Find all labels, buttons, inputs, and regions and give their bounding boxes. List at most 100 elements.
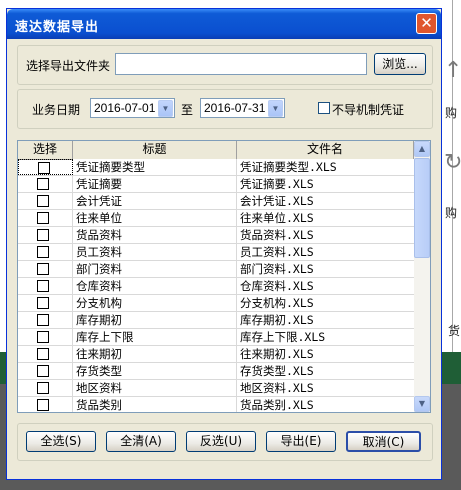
date-from-select[interactable]: 2016-07-01 ▼	[90, 98, 175, 118]
row-checkbox[interactable]	[37, 331, 49, 343]
header-filename[interactable]: 文件名	[237, 141, 414, 159]
row-title: 库存期初	[73, 312, 237, 328]
invert-button[interactable]: 反选(U)	[186, 431, 256, 452]
row-title: 存货类型	[73, 363, 237, 379]
row-title: 往来期初	[73, 346, 237, 362]
row-checkbox[interactable]	[37, 382, 49, 394]
row-title: 凭证摘要类型	[73, 159, 237, 175]
table-row[interactable]: 部门资料 部门资料.XLS	[18, 261, 414, 278]
scroll-down-icon[interactable]: ▼	[414, 396, 430, 412]
row-title: 往来单位	[73, 210, 237, 226]
export-dialog: 速达数据导出 ✕ 选择导出文件夹 浏览... 业务日期 2016-07-01 ▼…	[6, 8, 442, 480]
row-select-cell[interactable]	[18, 295, 73, 311]
header-title[interactable]: 标题	[73, 141, 237, 159]
row-select-cell[interactable]	[18, 278, 73, 294]
clear-all-button[interactable]: 全清(A)	[106, 431, 176, 452]
row-checkbox[interactable]	[37, 314, 49, 326]
table-row[interactable]: 地区资料 地区资料.XLS	[18, 380, 414, 397]
row-checkbox[interactable]	[38, 162, 50, 174]
date-to-select[interactable]: 2016-07-31 ▼	[200, 98, 285, 118]
table-row[interactable]: 库存期初 库存期初.XLS	[18, 312, 414, 329]
row-title: 分支机构	[73, 295, 237, 311]
table-row[interactable]: 存货类型 存货类型.XLS	[18, 363, 414, 380]
row-select-cell[interactable]	[18, 363, 73, 379]
table-row[interactable]: 往来期初 往来期初.XLS	[18, 346, 414, 363]
table-row[interactable]: 货品类别 货品类别.XLS	[18, 397, 414, 412]
no-export-checkbox[interactable]	[318, 102, 330, 114]
row-title: 货品类别	[73, 397, 237, 412]
row-checkbox[interactable]	[37, 280, 49, 292]
background-label-2: 购	[445, 206, 458, 220]
date-from-value: 2016-07-01	[94, 101, 156, 115]
row-select-cell[interactable]	[18, 397, 73, 412]
row-select-cell[interactable]	[18, 380, 73, 396]
row-checkbox[interactable]	[37, 212, 49, 224]
chevron-down-icon[interactable]: ▼	[158, 100, 173, 117]
cancel-button[interactable]: 取消(C)	[346, 431, 421, 452]
row-filename: 部门资料.XLS	[240, 262, 314, 276]
chevron-down-icon[interactable]: ▼	[268, 100, 283, 117]
row-checkbox[interactable]	[37, 263, 49, 275]
row-select-cell[interactable]	[18, 210, 73, 226]
export-button[interactable]: 导出(E)	[266, 431, 336, 452]
row-select-cell[interactable]	[18, 227, 73, 243]
row-filename: 往来单位.XLS	[240, 211, 314, 225]
table-header: 选择 标题 文件名	[18, 141, 414, 160]
row-title: 库存上下限	[73, 329, 237, 345]
row-select-cell[interactable]	[18, 193, 73, 209]
table-row[interactable]: 会计凭证 会计凭证.XLS	[18, 193, 414, 210]
table-row[interactable]: 员工资料 员工资料.XLS	[18, 244, 414, 261]
row-select-cell[interactable]	[18, 244, 73, 260]
row-checkbox[interactable]	[37, 348, 49, 360]
row-filename: 地区资料.XLS	[240, 381, 314, 395]
row-checkbox[interactable]	[37, 229, 49, 241]
row-filename: 库存上下限.XLS	[240, 330, 326, 344]
background-arrow-icon: ↑	[444, 58, 461, 83]
header-select[interactable]: 选择	[18, 141, 73, 159]
row-title: 凭证摘要	[73, 176, 237, 192]
row-filename: 货品资料.XLS	[240, 228, 314, 242]
table-row[interactable]: 往来单位 往来单位.XLS	[18, 210, 414, 227]
title-bar[interactable]: 速达数据导出 ✕	[7, 9, 441, 39]
table-row[interactable]: 凭证摘要类型 凭证摘要类型.XLS	[18, 159, 414, 176]
folder-group: 选择导出文件夹 浏览...	[17, 45, 433, 85]
date-label: 业务日期	[32, 103, 81, 117]
row-select-cell[interactable]	[18, 176, 73, 192]
table-row[interactable]: 分支机构 分支机构.XLS	[18, 295, 414, 312]
row-title: 会计凭证	[73, 193, 237, 209]
folder-input[interactable]	[115, 53, 367, 75]
row-filename: 往来期初.XLS	[240, 347, 314, 361]
browse-button[interactable]: 浏览...	[374, 53, 426, 75]
row-title: 地区资料	[73, 380, 237, 396]
row-filename: 员工资料.XLS	[240, 245, 314, 259]
row-title: 员工资料	[73, 244, 237, 260]
row-checkbox[interactable]	[37, 246, 49, 258]
row-select-cell[interactable]	[18, 346, 73, 362]
date-to-label: 至	[181, 103, 194, 117]
row-filename: 凭证摘要类型.XLS	[237, 159, 414, 175]
table-row[interactable]: 库存上下限 库存上下限.XLS	[18, 329, 414, 346]
row-title: 货品资料	[73, 227, 237, 243]
row-select-cell[interactable]	[18, 261, 73, 277]
row-title: 部门资料	[73, 261, 237, 277]
background-label-3: 货	[448, 324, 461, 338]
row-checkbox[interactable]	[37, 365, 49, 377]
row-checkbox[interactable]	[37, 178, 49, 190]
scroll-up-icon[interactable]: ▲	[414, 141, 430, 157]
row-checkbox[interactable]	[37, 297, 49, 309]
row-select-cell[interactable]	[18, 329, 73, 345]
close-button[interactable]: ✕	[416, 13, 437, 34]
table-row[interactable]: 凭证摘要 凭证摘要.XLS	[18, 176, 414, 193]
row-filename: 凭证摘要.XLS	[240, 177, 314, 191]
row-checkbox[interactable]	[37, 399, 49, 411]
row-select-cell[interactable]	[18, 312, 73, 328]
select-all-button[interactable]: 全选(S)	[26, 431, 96, 452]
table-row[interactable]: 货品资料 货品资料.XLS	[18, 227, 414, 244]
vertical-scrollbar[interactable]: ▲ ▼	[414, 141, 430, 412]
row-filename: 存货类型.XLS	[240, 364, 314, 378]
row-filename: 仓库资料.XLS	[240, 279, 314, 293]
table-row[interactable]: 仓库资料 仓库资料.XLS	[18, 278, 414, 295]
row-select-cell[interactable]	[18, 159, 73, 175]
row-checkbox[interactable]	[37, 195, 49, 207]
scroll-thumb[interactable]	[414, 158, 430, 258]
